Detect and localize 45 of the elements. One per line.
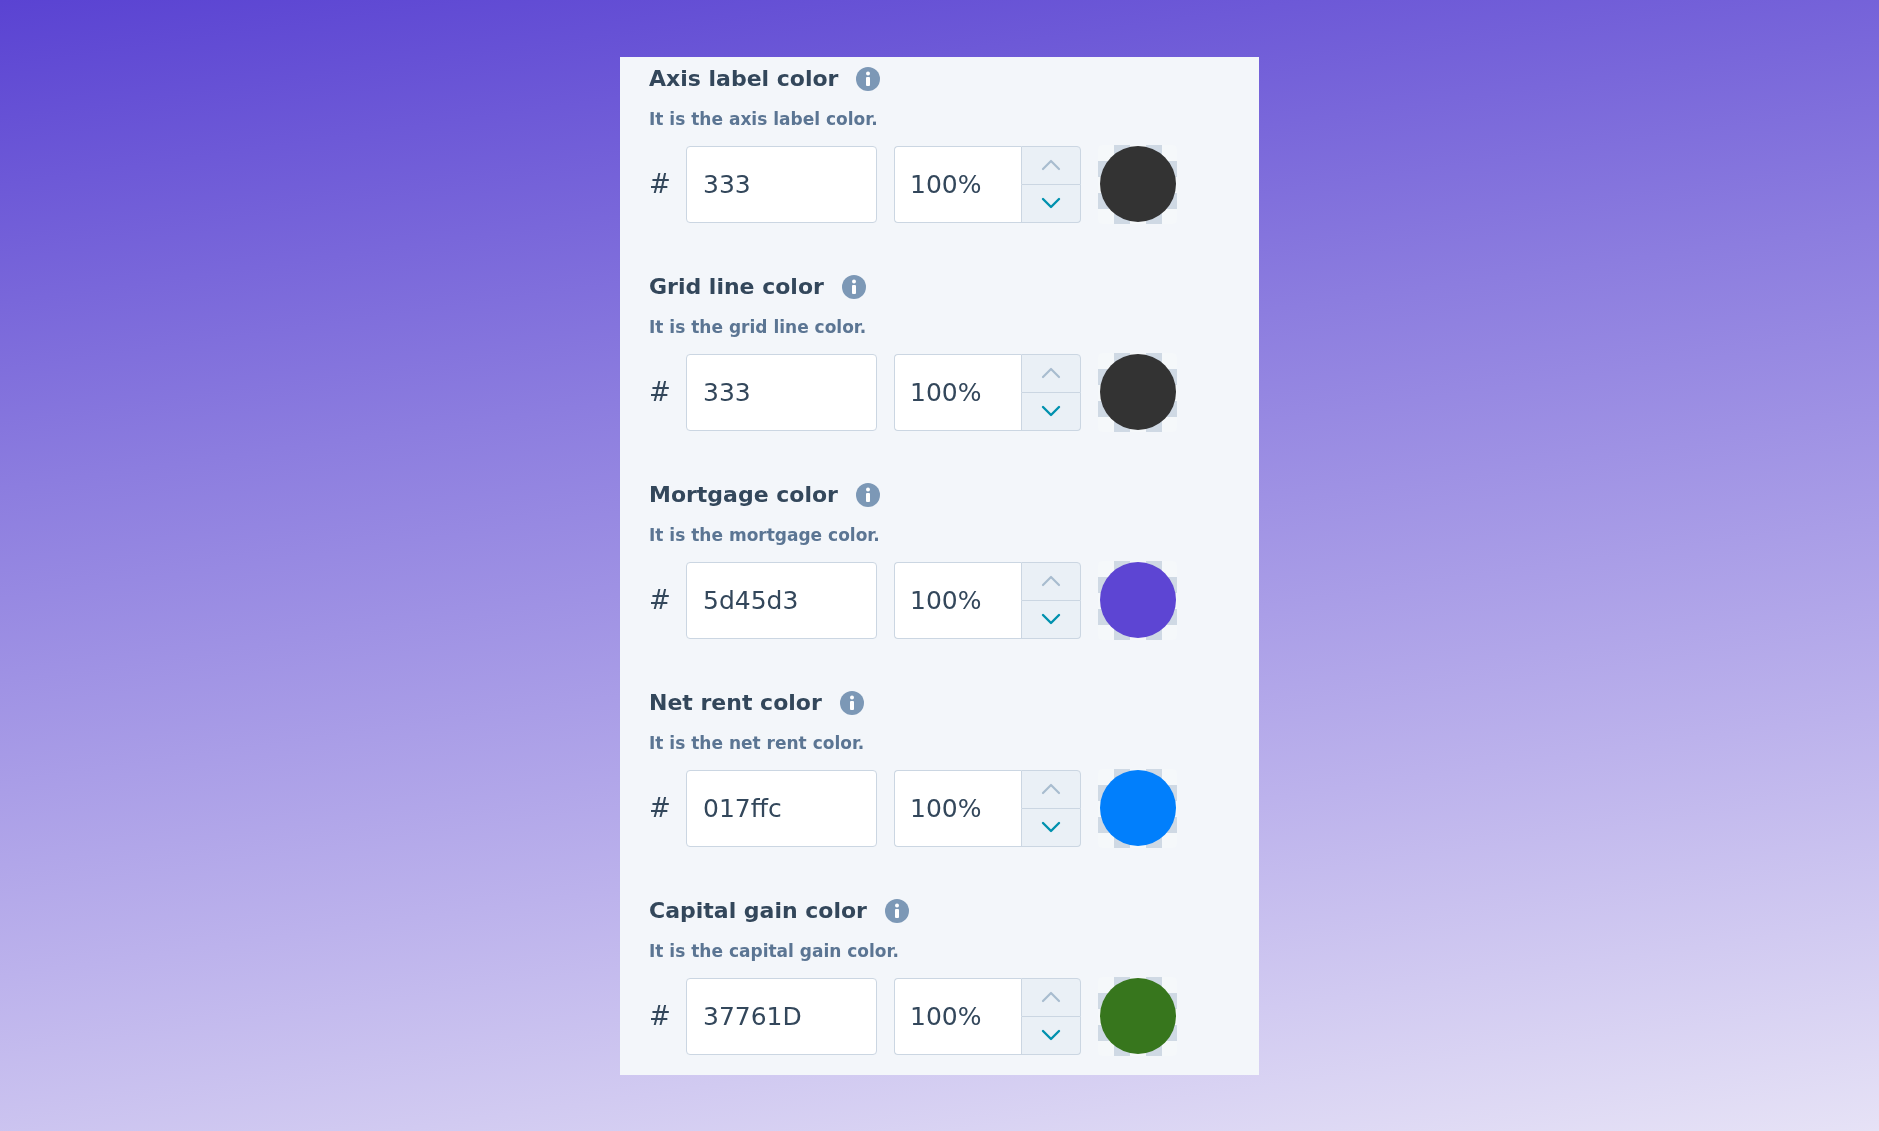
setting-title: Mortgage color: [649, 481, 838, 508]
chevron-down-icon: [1041, 613, 1061, 625]
info-icon[interactable]: [884, 898, 909, 923]
chevron-up-icon: [1041, 991, 1061, 1003]
decrease-button[interactable]: [1021, 600, 1081, 639]
setting-title: Axis label color: [649, 65, 839, 92]
chevron-up-icon: [1041, 783, 1061, 795]
setting-description: It is the axis label color.: [649, 108, 879, 129]
chevron-up-icon: [1041, 367, 1061, 379]
chevron-down-icon: [1041, 1029, 1061, 1041]
chevron-down-icon: [1041, 197, 1061, 209]
opacity-input[interactable]: 100%: [894, 769, 1021, 847]
info-icon[interactable]: [841, 274, 866, 299]
setting-description: It is the mortgage color.: [649, 524, 881, 545]
chevron-up-icon: [1041, 575, 1061, 587]
hash-label: #: [649, 793, 668, 823]
chevron-down-icon: [1041, 821, 1061, 833]
setting-description: It is the grid line color.: [649, 316, 868, 337]
hex-input[interactable]: 333: [686, 353, 877, 431]
setting-title: Capital gain color: [649, 897, 867, 924]
info-icon[interactable]: [856, 66, 881, 91]
chevron-up-icon: [1041, 159, 1061, 171]
decrease-button[interactable]: [1021, 184, 1081, 223]
decrease-button[interactable]: [1021, 1016, 1081, 1055]
hex-input[interactable]: 333: [686, 145, 877, 223]
hex-input[interactable]: 5d45d3: [686, 561, 877, 639]
chevron-down-icon: [1041, 405, 1061, 417]
setting-description: It is the net rent color.: [649, 732, 866, 753]
hash-label: #: [649, 169, 668, 199]
opacity-input[interactable]: 100%: [894, 353, 1021, 431]
opacity-input[interactable]: 100%: [894, 977, 1021, 1055]
info-icon[interactable]: [855, 482, 880, 507]
hex-input[interactable]: 37761D: [686, 977, 877, 1055]
info-icon[interactable]: [839, 690, 864, 715]
setting-title: Grid line color: [649, 273, 824, 300]
hash-label: #: [649, 377, 668, 407]
setting-title: Net rent color: [649, 689, 822, 716]
hex-input[interactable]: 017ffc: [686, 769, 877, 847]
decrease-button[interactable]: [1021, 392, 1081, 431]
decrease-button[interactable]: [1021, 808, 1081, 847]
hash-label: #: [649, 585, 668, 615]
hash-label: #: [649, 1001, 668, 1031]
opacity-input[interactable]: 100%: [894, 561, 1021, 639]
opacity-input[interactable]: 100%: [894, 145, 1021, 223]
setting-description: It is the capital gain color.: [649, 940, 900, 961]
